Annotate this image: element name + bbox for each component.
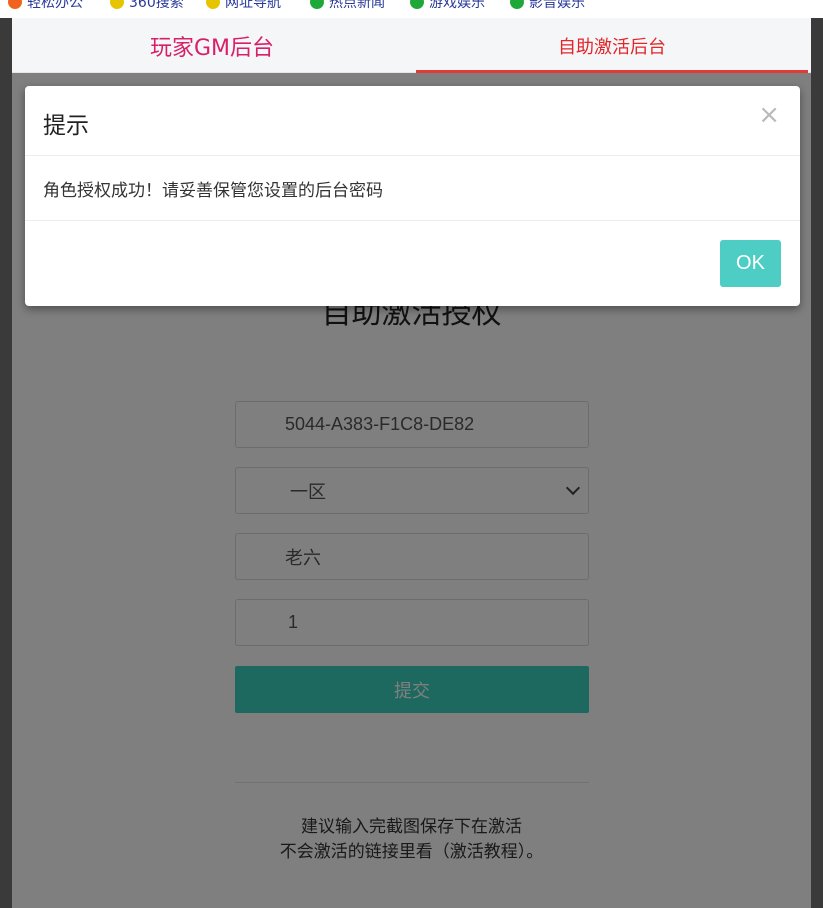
news-icon (310, 0, 324, 9)
close-icon[interactable]: × (758, 102, 780, 128)
360-nav-icon (206, 0, 220, 9)
ok-button[interactable]: OK (720, 240, 781, 287)
bookmark-label: 网址导航 (225, 0, 281, 11)
bookmark-360-nav[interactable]: 网址导航 (206, 0, 281, 11)
game-icon (410, 0, 424, 9)
alert-modal: 提示 × 角色授权成功！请妥善保管您设置的后台密码 OK (25, 86, 800, 306)
bookmarks-bar: 轻松办公 360搜索 网址导航 热点新闻 游戏娱乐 影音娱乐 (0, 0, 823, 18)
modal-title: 提示 (43, 113, 89, 139)
bookmark-label: 热点新闻 (329, 0, 385, 11)
bookmark-office[interactable]: 轻松办公 (8, 0, 83, 11)
bookmark-360-search[interactable]: 360搜索 (110, 0, 184, 11)
bookmark-news[interactable]: 热点新闻 (310, 0, 385, 11)
bookmark-game[interactable]: 游戏娱乐 (410, 0, 485, 11)
bookmark-label: 轻松办公 (27, 0, 83, 11)
bookmark-video[interactable]: 影音娱乐 (510, 0, 585, 11)
360-search-icon (110, 0, 124, 9)
tab-gm-backend[interactable]: 玩家GM后台 (12, 18, 412, 73)
bookmark-label: 游戏娱乐 (429, 0, 485, 11)
tab-self-activation[interactable]: 自助激活后台 (417, 18, 807, 73)
bookmark-label: 360搜索 (129, 0, 184, 11)
modal-message: 角色授权成功！请妥善保管您设置的后台密码 (25, 156, 800, 221)
office-w-icon (8, 0, 22, 9)
video-icon (510, 0, 524, 9)
modal-header: 提示 × (25, 86, 800, 156)
top-tabs: 玩家GM后台 自助激活后台 (12, 18, 811, 73)
bookmark-label: 影音娱乐 (529, 0, 585, 11)
